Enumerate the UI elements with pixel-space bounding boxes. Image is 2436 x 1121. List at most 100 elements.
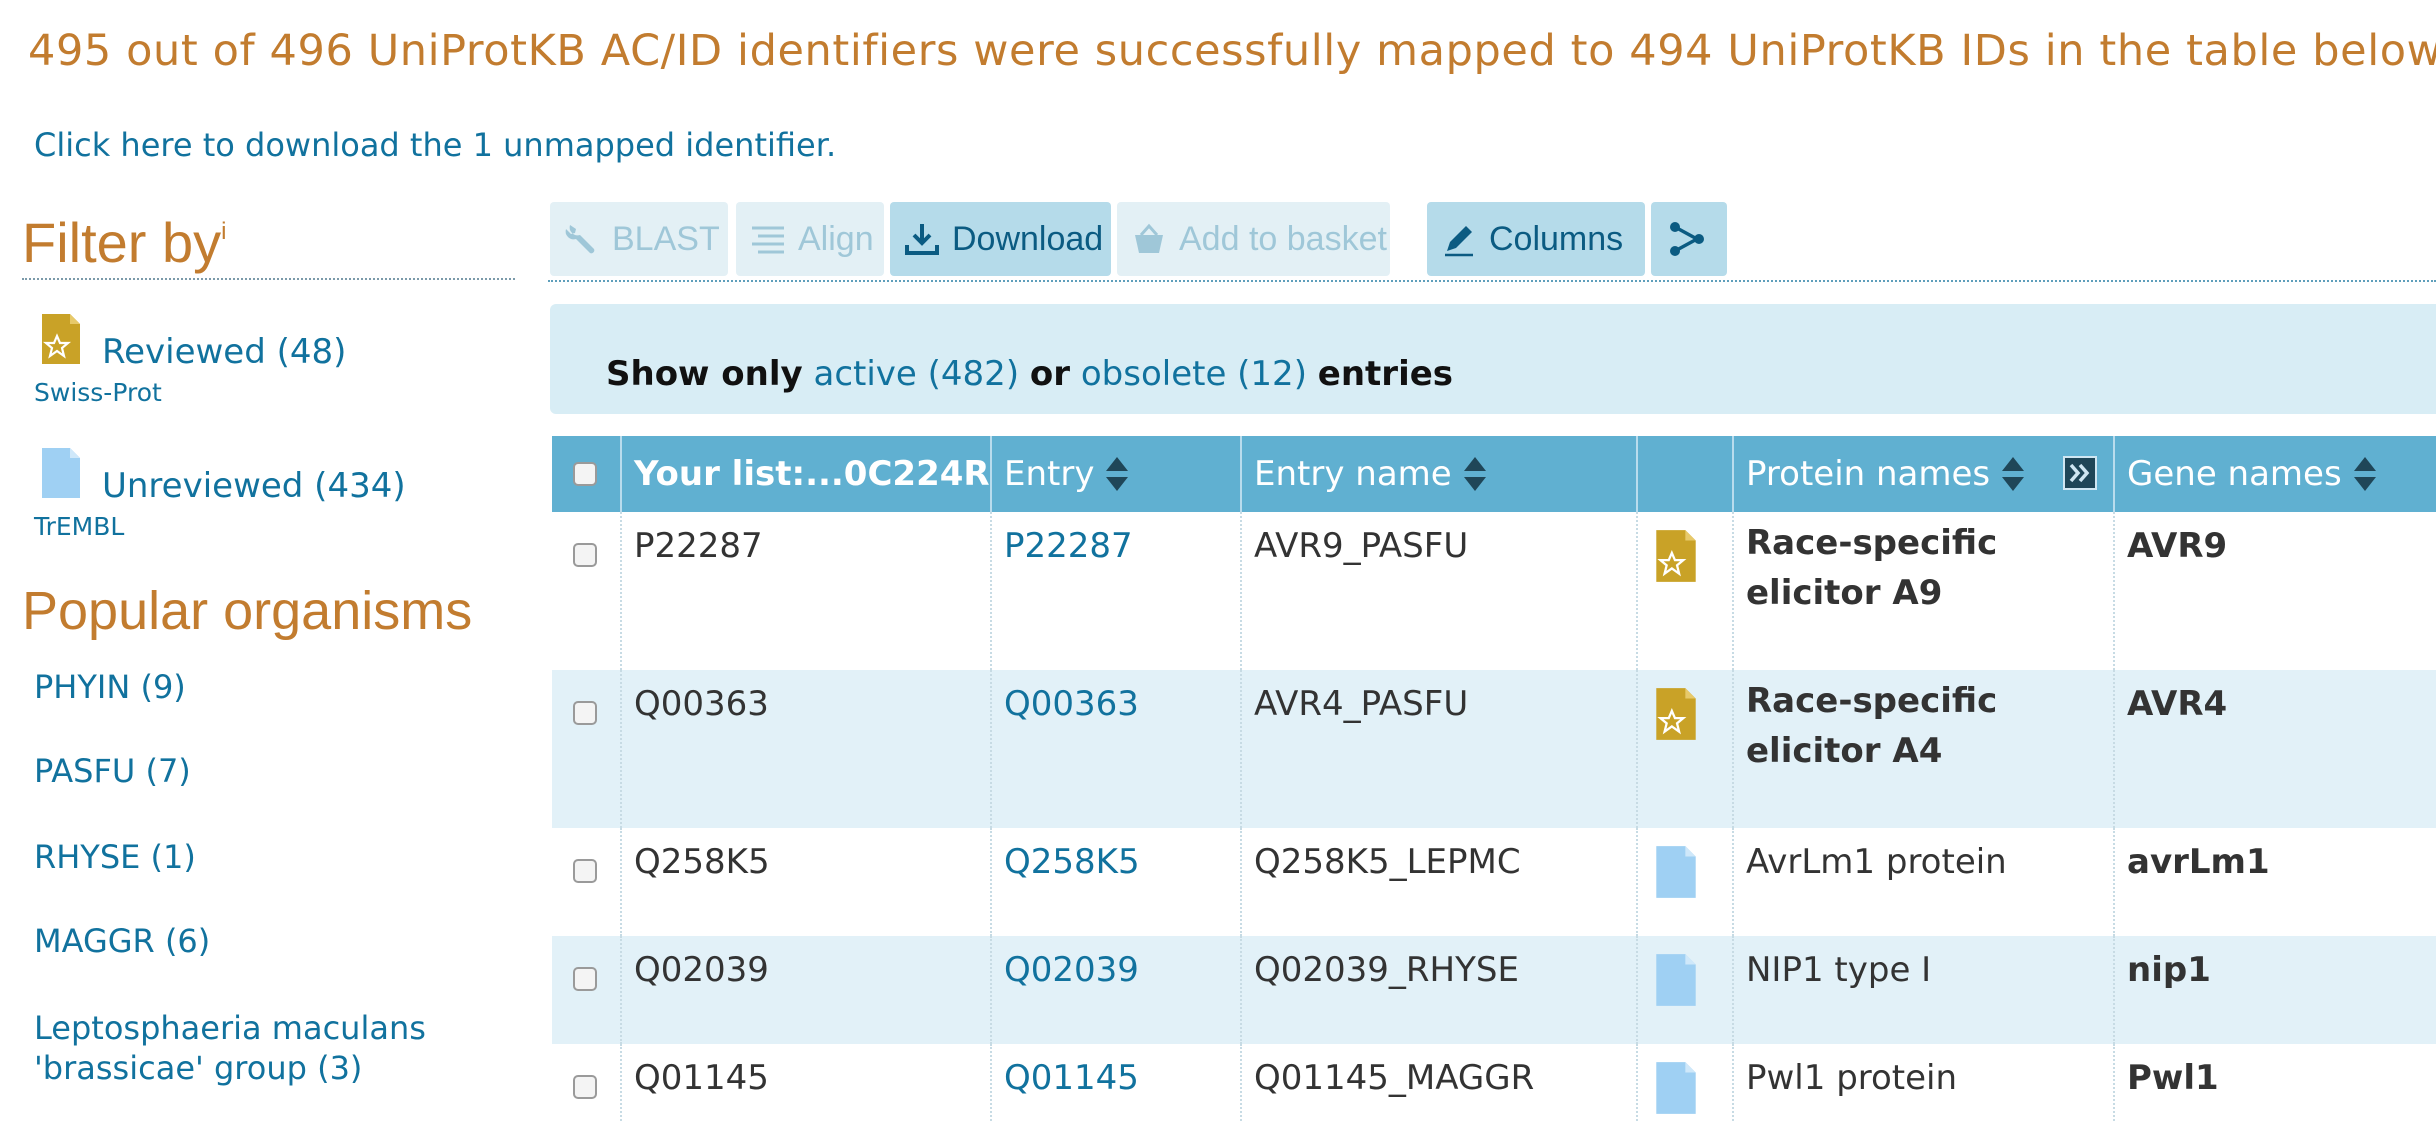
cell-entry-name: AVR4_PASFU [1242, 670, 1638, 828]
table-row: Q01145 Q01145 Q01145_MAGGR Pwl1 protein … [552, 1044, 2436, 1121]
show-only-prefix: Show only [606, 354, 803, 394]
row-checkbox[interactable] [573, 967, 597, 991]
filter-by-heading: Filter byi [22, 211, 227, 274]
cell-entry-link[interactable]: P22287 [992, 512, 1242, 670]
cell-entry-name: AVR9_PASFU [1242, 512, 1638, 670]
col-protein-names[interactable]: Protein names [1734, 436, 2115, 512]
cell-gene-name: AVR9 [2127, 526, 2228, 566]
align-icon [752, 226, 784, 254]
select-all-cell [552, 436, 622, 512]
cell-gene-name: Pwl1 [2127, 1058, 2219, 1098]
unreviewed-doc-icon [42, 448, 80, 498]
table-row: Q02039 Q02039 Q02039_RHYSE NIP1 type I n… [552, 936, 2436, 1044]
cell-protein-name: Pwl1 protein [1734, 1044, 2115, 1121]
active-entries-link[interactable]: active (482) [814, 354, 1020, 394]
table-row: P22287 P22287 AVR9_PASFU Race-specific e… [552, 512, 2436, 670]
download-icon [905, 224, 939, 255]
cell-entry-link[interactable]: Q00363 [992, 670, 1242, 828]
select-all-checkbox[interactable] [573, 462, 597, 486]
row-select-cell [552, 512, 622, 670]
filter-info-icon[interactable]: i [221, 218, 226, 245]
cell-entry-name: Q258K5_LEPMC [1242, 828, 1638, 936]
share-button[interactable] [1651, 202, 1727, 276]
blast-button[interactable]: BLAST [550, 202, 728, 276]
cell-protein-name: AvrLm1 protein [1734, 828, 2115, 936]
cell-protein-name: Race-specific elicitor A4 [1734, 670, 2115, 828]
col-entry-name-label: Entry name [1254, 454, 1452, 494]
show-only-or: or [1029, 354, 1071, 394]
table-row: Q00363 Q00363 AVR4_PASFU Race-specific e… [552, 670, 2436, 828]
cell-gene-name: avrLm1 [2127, 842, 2270, 882]
blast-label: BLAST [612, 219, 720, 258]
organism-item[interactable]: PHYIN (9) [34, 667, 186, 707]
cell-your-list: Q02039 [622, 936, 992, 1044]
col-gene-names[interactable]: Gene names [2115, 436, 2436, 512]
facet-unreviewed-sub: TrEMBL [34, 512, 125, 541]
show-only-line: Show only active (482) or obsolete (12) … [606, 354, 1453, 394]
cell-entry-link[interactable]: Q01145 [992, 1044, 1242, 1121]
cell-status [1638, 1044, 1734, 1121]
row-checkbox[interactable] [573, 1075, 597, 1099]
download-unmapped-link[interactable]: Click here to download the 1 unmapped id… [34, 126, 836, 164]
row-checkbox[interactable] [573, 543, 597, 567]
obsolete-entries-link[interactable]: obsolete (12) [1081, 354, 1307, 394]
col-status [1638, 436, 1734, 512]
organism-item[interactable]: PASFU (7) [34, 751, 191, 791]
add-to-basket-button[interactable]: Add to basket [1117, 202, 1390, 276]
reviewed-doc-star-icon [42, 314, 80, 364]
mapping-summary: 495 out of 496 UniProtKB AC/ID identifie… [28, 26, 2436, 76]
show-only-panel: Show only active (482) or obsolete (12) … [550, 304, 2436, 414]
unreviewed-doc-icon [1656, 846, 1696, 898]
row-checkbox[interactable] [573, 701, 597, 725]
cell-your-list: Q258K5 [622, 828, 992, 936]
col-entry[interactable]: Entry [992, 436, 1242, 512]
download-button[interactable]: Download [890, 202, 1111, 276]
row-checkbox[interactable] [573, 859, 597, 883]
align-label: Align [798, 219, 874, 258]
organism-item[interactable]: RHYSE (1) [34, 837, 196, 877]
col-your-list[interactable]: Your list:...0C224R [622, 436, 992, 512]
facet-unreviewed-label[interactable]: Unreviewed (434) [102, 466, 406, 506]
add-to-basket-label: Add to basket [1179, 219, 1387, 258]
table-header: Your list:...0C224R Entry Entry name Pro… [552, 436, 2436, 512]
show-only-suffix: entries [1317, 354, 1454, 394]
align-button[interactable]: Align [736, 202, 884, 276]
popular-organisms-heading: Popular organisms [22, 581, 473, 641]
cell-protein-name: Race-specific elicitor A9 [1734, 512, 2115, 670]
toolbar-divider [548, 280, 2436, 282]
sort-icon[interactable] [2000, 455, 2026, 493]
row-select-cell [552, 670, 622, 828]
facet-reviewed-label[interactable]: Reviewed (48) [102, 332, 346, 372]
col-entry-label: Entry [1004, 454, 1095, 494]
cell-your-list: P22287 [622, 512, 992, 670]
organism-item[interactable]: Leptosphaeria maculans 'brassicae' group… [34, 1008, 474, 1088]
row-select-cell [552, 828, 622, 936]
cell-entry-link[interactable]: Q02039 [992, 936, 1242, 1044]
col-gene-names-label: Gene names [2127, 454, 2342, 494]
sort-icon[interactable] [1462, 455, 1488, 493]
cell-gene-name: nip1 [2127, 950, 2211, 990]
reviewed-doc-star-icon [1656, 530, 1696, 582]
row-select-cell [552, 936, 622, 1044]
columns-label: Columns [1489, 219, 1624, 258]
table-row: Q258K5 Q258K5 Q258K5_LEPMC AvrLm1 protei… [552, 828, 2436, 936]
sort-icon[interactable] [1104, 455, 1130, 493]
organism-item[interactable]: MAGGR (6) [34, 921, 210, 961]
pencil-icon [1445, 226, 1473, 257]
cell-status [1638, 936, 1734, 1044]
share-icon [1670, 222, 1704, 256]
col-entry-name[interactable]: Entry name [1242, 436, 1638, 512]
sort-icon[interactable] [2352, 455, 2378, 493]
basket-icon [1135, 223, 1163, 253]
cell-entry-link[interactable]: Q258K5 [992, 828, 1242, 936]
col-protein-names-label: Protein names [1746, 454, 1991, 494]
cell-status [1638, 670, 1734, 828]
filter-divider [22, 278, 515, 280]
unreviewed-doc-icon [1656, 954, 1696, 1006]
cell-protein-name: NIP1 type I [1734, 936, 2115, 1044]
wrench-icon [565, 225, 595, 254]
expand-column-icon[interactable] [2063, 456, 2097, 490]
cell-status [1638, 512, 1734, 670]
cell-your-list: Q01145 [622, 1044, 992, 1121]
columns-button[interactable]: Columns [1427, 202, 1645, 276]
